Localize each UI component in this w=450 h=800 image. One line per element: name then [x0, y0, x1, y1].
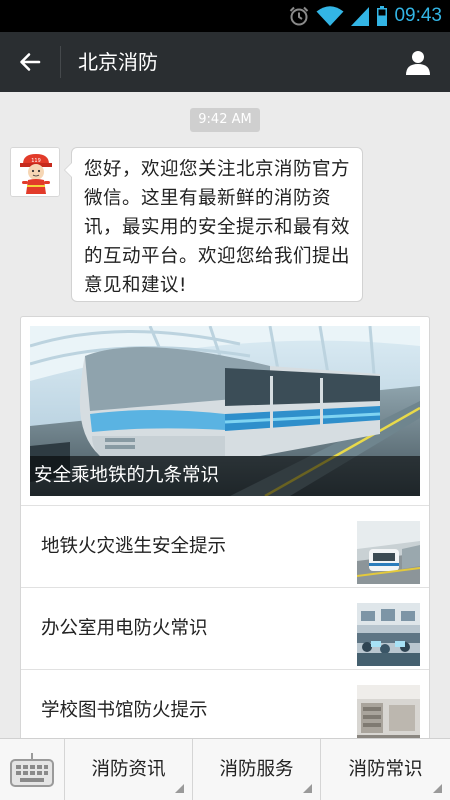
keyboard-toggle-button[interactable] — [0, 739, 65, 800]
title-divider — [60, 46, 61, 78]
avatar[interactable]: 119 — [10, 147, 60, 197]
welcome-message-text: 您好，欢迎您关注北京消防官方微信。这里有最新鲜的消防资讯，最实用的安全提示和最有… — [84, 159, 351, 296]
news-card: 安全乘地铁的九条常识 地铁火灾逃生安全提示 办公室用电防火常识 学校图书馆防火提… — [20, 316, 430, 738]
news-thumbnail — [357, 521, 420, 584]
battery-icon — [377, 6, 388, 26]
news-thumbnail — [357, 603, 420, 666]
status-time: 09:43 — [394, 5, 442, 26]
profile-button[interactable] — [386, 32, 450, 92]
chat-area[interactable]: 9:42 AM 119 您好，欢迎您关注北京消防官方微信。这里有最新鲜的消防资讯… — [0, 92, 450, 738]
news-item-title: 办公室用电防火常识 — [41, 618, 208, 639]
title-bar: 北京消防 — [0, 32, 450, 92]
alarm-icon — [290, 6, 309, 26]
news-item-office-electric[interactable]: 办公室用电防火常识 — [21, 587, 429, 669]
featured-article-title: 安全乘地铁的九条常识 — [30, 456, 420, 496]
menu-fire-news[interactable]: 消防资讯 — [65, 739, 193, 800]
status-icons: 09:43 — [288, 0, 442, 32]
svg-text:119: 119 — [31, 158, 41, 164]
status-bar: 09:43 — [0, 0, 450, 32]
library-thumbnail-image — [357, 685, 420, 738]
news-item-school-library[interactable]: 学校图书馆防火提示 — [21, 669, 429, 738]
submenu-indicator-icon — [433, 784, 442, 793]
wifi-icon — [316, 6, 344, 26]
submenu-indicator-icon — [175, 784, 184, 793]
person-icon — [406, 51, 430, 75]
featured-article[interactable]: 安全乘地铁的九条常识 — [30, 326, 420, 496]
menu-item-label: 消防服务 — [219, 759, 294, 780]
submenu-indicator-icon — [303, 784, 312, 793]
bottom-menu: 消防资讯 消防服务 消防常识 — [0, 738, 450, 800]
menu-fire-knowledge[interactable]: 消防常识 — [321, 739, 450, 800]
bubble-arrow — [64, 162, 72, 178]
news-item-subway-fire[interactable]: 地铁火灾逃生安全提示 — [21, 505, 429, 587]
subway-thumbnail-image — [357, 521, 420, 584]
firefighter-mascot-icon: 119 — [11, 148, 59, 196]
welcome-message-bubble[interactable]: 您好，欢迎您关注北京消防官方微信。这里有最新鲜的消防资讯，最实用的安全提示和最有… — [64, 147, 363, 302]
page-title: 北京消防 — [78, 50, 158, 74]
menu-fire-service[interactable]: 消防服务 — [193, 739, 321, 800]
signal-icon — [351, 7, 370, 26]
menu-item-label: 消防资讯 — [91, 759, 166, 780]
news-item-title: 学校图书馆防火提示 — [41, 700, 208, 721]
news-thumbnail — [357, 685, 420, 738]
office-thumbnail-image — [357, 603, 420, 666]
back-arrow-icon — [20, 53, 41, 71]
keyboard-icon — [10, 753, 54, 787]
news-item-title: 地铁火灾逃生安全提示 — [41, 536, 227, 557]
menu-item-label: 消防常识 — [348, 759, 423, 780]
back-button[interactable] — [0, 32, 60, 92]
message-timestamp: 9:42 AM — [190, 108, 260, 132]
